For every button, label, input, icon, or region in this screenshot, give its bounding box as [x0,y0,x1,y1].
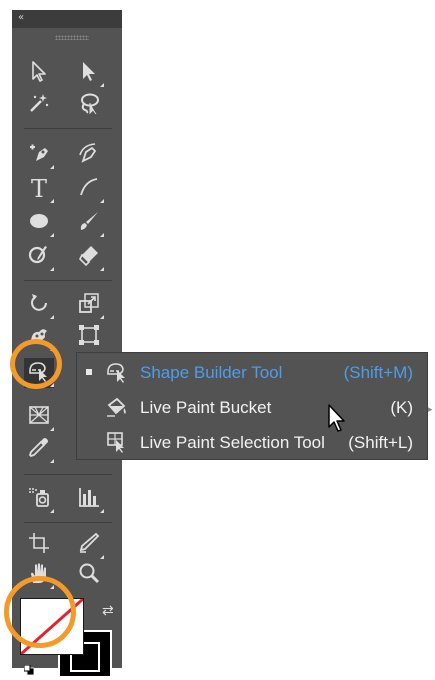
column-graph-tool-icon [77,485,101,514]
tool-group-indicator [50,383,54,387]
tool-group-indicator [100,233,104,237]
flyout-item-label: Shape Builder Tool [140,363,283,382]
flyout-item-shape-builder[interactable]: Shape Builder Tool (Shift+M) [77,355,427,389]
magic-wand-tool[interactable] [24,90,54,120]
direct-selection-tool[interactable] [74,58,104,88]
curvature-tool[interactable] [74,140,104,170]
eraser-tool-icon [77,243,101,272]
none-slash-icon [21,599,83,654]
shape-builder-tool[interactable] [24,358,54,388]
tool-group-indicator [50,267,54,271]
tool-group-indicator [50,585,54,589]
zoom-tool-icon [77,561,101,590]
eyedropper-tool[interactable] [24,434,54,464]
curvature-tool-icon [77,141,101,170]
tool-group-indicator [100,315,104,319]
tools-panel-header[interactable]: « [12,10,122,28]
tool-group-indicator [100,555,104,559]
column-graph-tool[interactable] [74,484,104,514]
panel-grip[interactable] [55,35,89,40]
artboard-tool-icon [27,531,51,560]
perspective-grid-tool[interactable] [24,402,54,432]
shape-builder-tool-icon [103,359,131,385]
type-tool-icon: T [30,175,47,203]
magic-wand-tool-icon [27,91,51,120]
collapse-panel-icon[interactable]: « [18,12,24,23]
perspective-grid-tool-icon [27,403,51,432]
tool-group-indicator [50,509,54,513]
tool-separator [24,280,112,281]
mouse-cursor-icon [327,403,349,433]
free-transform-tool[interactable] [74,322,104,352]
type-tool[interactable]: T [24,174,54,204]
default-colors-icon[interactable] [23,662,35,676]
pen-tool[interactable] [24,140,54,170]
current-tool-bullet [86,369,92,375]
hand-tool-icon [27,561,51,590]
paintbrush-tool-icon [77,209,101,238]
rotate-tool-icon [27,291,51,320]
tool-separator [24,522,112,523]
tool-group-indicator [100,83,104,87]
shaper-tool[interactable] [24,242,54,272]
tool-group-indicator [50,315,54,319]
selection-tool[interactable] [24,58,54,88]
shape-builder-tool-icon [27,359,51,388]
tool-flyout-menu: Shape Builder Tool (Shift+M) Live Paint … [76,352,428,460]
tear-off-arrow-icon[interactable]: ▸ [428,404,433,415]
tools-panel: « T ⇄ [12,10,122,678]
scale-tool[interactable] [74,290,104,320]
tool-separator [24,474,112,475]
flyout-item-shortcut: (Shift+L) [348,433,413,452]
fill-swatch-none[interactable] [20,598,84,655]
eyedropper-tool-icon [27,435,51,464]
selection-tool-icon [27,59,51,88]
ellipse-tool[interactable] [24,208,54,238]
slice-tool[interactable] [74,530,104,560]
flyout-item-live-paint-selection[interactable]: Live Paint Selection Tool (Shift+L) [77,425,427,459]
line-segment-tool-icon [77,175,101,204]
free-transform-tool-icon [77,323,101,352]
zoom-tool[interactable] [74,560,104,590]
tool-group-indicator [50,427,54,431]
scale-tool-icon [77,291,101,320]
direct-selection-tool-icon [77,59,101,88]
flyout-item-shortcut: (Shift+M) [343,363,413,382]
lasso-tool-icon [77,91,101,120]
flyout-item-label: Live Paint Bucket [140,398,272,417]
tool-group-indicator [100,509,104,513]
tool-group-indicator [50,233,54,237]
artboard-tool[interactable] [24,530,54,560]
puppet-warp-tool[interactable] [24,322,54,352]
rotate-tool[interactable] [24,290,54,320]
shaper-tool-icon [27,243,51,272]
tool-group-indicator [50,459,54,463]
tool-separator [24,128,112,129]
paintbrush-tool[interactable] [74,208,104,238]
flyout-item-shortcut: (K) [390,398,413,417]
puppet-warp-tool-icon [27,323,51,352]
line-segment-tool[interactable] [74,174,104,204]
eraser-tool[interactable] [74,242,104,272]
flyout-item-label: Live Paint Selection Tool [140,433,325,452]
lasso-tool[interactable] [74,90,104,120]
swap-fill-stroke-icon[interactable]: ⇄ [102,602,114,619]
tool-group-indicator [50,347,54,351]
pen-tool-icon [27,141,51,170]
ellipse-tool-icon [27,209,51,238]
symbol-sprayer-tool-icon [27,485,51,514]
tool-group-indicator [100,267,104,271]
hand-tool[interactable] [24,560,54,590]
symbol-sprayer-tool[interactable] [24,484,54,514]
live-paint-selection-icon [103,429,131,455]
slice-tool-icon [77,531,101,560]
tool-group-indicator [50,165,54,169]
flyout-item-live-paint-bucket[interactable]: Live Paint Bucket (K) [77,390,427,424]
live-paint-bucket-icon [103,394,131,420]
tool-group-indicator [100,199,104,203]
tool-group-indicator [50,199,54,203]
